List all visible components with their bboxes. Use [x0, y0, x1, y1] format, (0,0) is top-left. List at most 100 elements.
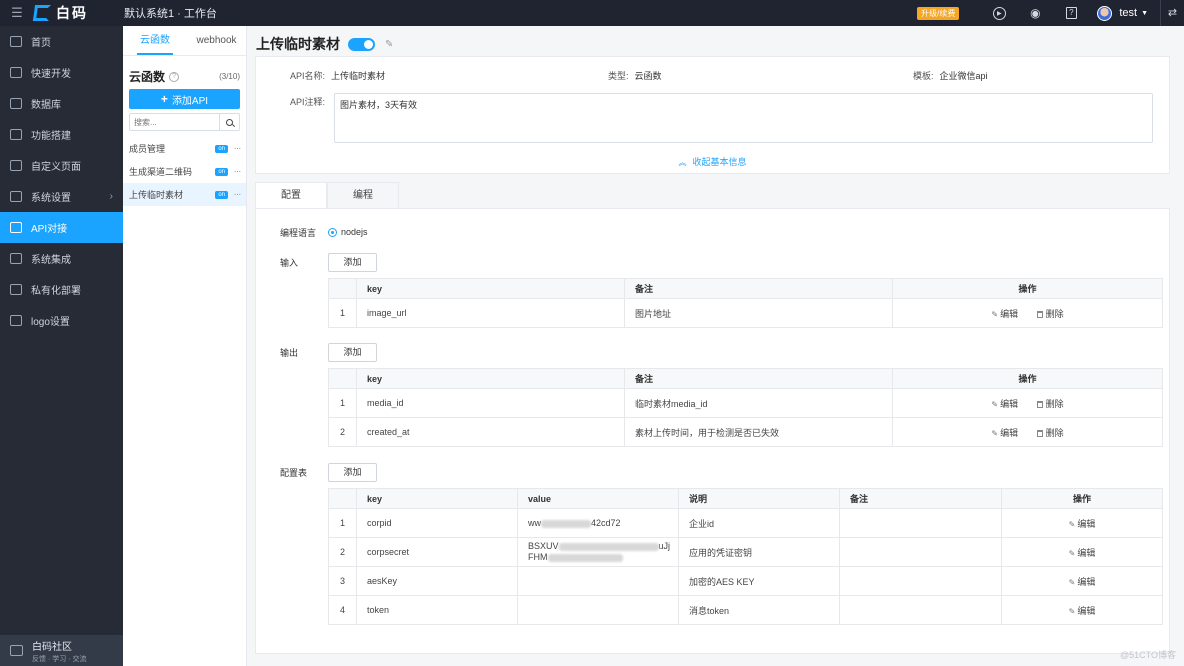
row-index: 3: [328, 566, 357, 596]
more-icon[interactable]: ···: [228, 143, 246, 154]
table-header: 操作: [892, 368, 1163, 389]
note-label: API注释:: [290, 97, 326, 107]
search-icon: [226, 118, 233, 126]
delete-button[interactable]: 删除: [1036, 307, 1064, 320]
sidebar-item-home[interactable]: 首页: [0, 26, 123, 57]
note-textarea[interactable]: 图片素材，3天有效: [334, 93, 1153, 143]
api-list-item[interactable]: 成员管理 on ···: [123, 137, 246, 160]
edit-button[interactable]: ✎ 编辑: [991, 426, 1018, 439]
delete-button[interactable]: 删除: [1036, 426, 1064, 439]
switch-icon[interactable]: ⇄: [1160, 0, 1184, 26]
tab-code[interactable]: 编程: [327, 182, 399, 208]
logo[interactable]: 白码: [32, 3, 124, 23]
sidebar-item-build[interactable]: 功能搭建: [0, 119, 123, 150]
search-input[interactable]: [130, 117, 219, 127]
redacted-mask: [558, 542, 659, 551]
redacted-mask: [541, 519, 591, 528]
user-name: test: [1119, 7, 1138, 19]
tab-config[interactable]: 配置: [255, 182, 327, 208]
sidebar-item-deploy[interactable]: 私有化部署: [0, 274, 123, 305]
menu-icon[interactable]: ☰: [0, 5, 34, 21]
tab-webhook[interactable]: webhook: [187, 26, 246, 55]
status-badge: on: [215, 167, 228, 176]
delete-label: 删除: [1045, 398, 1064, 409]
edit-icon: ✎: [1068, 548, 1076, 558]
tab-cloud-function[interactable]: 云函数: [137, 26, 173, 55]
edit-button[interactable]: ✎ 编辑: [1069, 517, 1096, 530]
table-header: 备注: [624, 368, 893, 389]
add-api-button[interactable]: + 添加API: [129, 89, 240, 109]
sidebar-item-integration[interactable]: 系统集成: [0, 243, 123, 274]
table-row: 2 created_at 素材上传时间，用于检测是否已失效 ✎ 编辑 删除: [328, 417, 1163, 447]
row-note: [839, 595, 1002, 625]
row-key: token: [356, 595, 518, 625]
add-config-button[interactable]: 添加: [328, 463, 377, 482]
user-menu[interactable]: test ▼: [1097, 5, 1148, 21]
edit-button[interactable]: ✎ 编辑: [1069, 546, 1096, 559]
row-key: corpid: [356, 508, 518, 538]
add-input-button[interactable]: 添加: [328, 253, 377, 272]
value-prefix: BSXUV: [528, 541, 559, 551]
api-name-value: 上传临时素材: [331, 71, 386, 81]
avatar: [1097, 5, 1113, 21]
api-list-item[interactable]: 上传临时素材 on ···: [123, 183, 246, 206]
trash-icon: [1036, 429, 1043, 437]
sidebar-item-database[interactable]: 数据库: [0, 88, 123, 119]
config-table: key value 说明 备注 操作 1 corpid ww 42cd72 企业i…: [328, 488, 1163, 625]
community-link[interactable]: 白码社区 反馈 · 学习 · 交流: [0, 635, 123, 666]
edit-button[interactable]: ✎ 编辑: [991, 397, 1018, 410]
sidebar-item-settings[interactable]: 系统设置 ›: [0, 181, 123, 212]
sidebar-item-api[interactable]: API对接: [0, 212, 123, 243]
more-icon[interactable]: ···: [228, 189, 246, 200]
sidebar-item-label: 系统集成: [31, 255, 71, 266]
row-desc: 应用的凭证密钥: [678, 537, 840, 567]
sidebar-item-label: 私有化部署: [31, 286, 81, 297]
api-item-label: 生成渠道二维码: [129, 167, 193, 177]
home-icon: [10, 36, 22, 47]
edit-button[interactable]: ✎ 编辑: [1069, 575, 1096, 588]
row-note: [839, 508, 1002, 538]
sidebar-item-custom-page[interactable]: 自定义页面: [0, 150, 123, 181]
api-list-item[interactable]: 生成渠道二维码 on ···: [123, 160, 246, 183]
edit-button[interactable]: ✎ 编辑: [1069, 604, 1096, 617]
search-box: [129, 113, 240, 131]
sidebar-item-label: 系统设置: [31, 193, 71, 204]
trash-icon: [1036, 400, 1043, 408]
sidebar-item-quick-dev[interactable]: 快速开发: [0, 57, 123, 88]
help-icon[interactable]: ?: [1053, 0, 1089, 26]
edit-icon: ✎: [1068, 606, 1076, 616]
eye-icon[interactable]: ◉: [1017, 0, 1053, 26]
edit-icon: ✎: [991, 309, 999, 319]
input-label: 输入: [280, 258, 299, 268]
delete-button[interactable]: 删除: [1036, 397, 1064, 410]
panel-title: 云函数: [129, 70, 166, 84]
enable-toggle[interactable]: [348, 37, 375, 51]
upgrade-button[interactable]: 升级/续费: [917, 6, 960, 20]
lang-label: 编程语言: [280, 228, 317, 238]
nodejs-radio[interactable]: nodejs: [328, 227, 368, 237]
trash-icon: [1036, 310, 1043, 318]
value-suffix: 42cd72: [591, 518, 621, 528]
collapse-info-button[interactable]: ︽ 收起基本信息: [256, 155, 1169, 168]
sidebar-item-label: 快速开发: [31, 69, 71, 80]
table-row: 1 media_id 临时素材media_id ✎ 编辑 删除: [328, 388, 1163, 418]
search-button[interactable]: [219, 114, 239, 130]
more-icon[interactable]: ···: [228, 166, 246, 177]
help-icon[interactable]: ?: [169, 71, 180, 82]
row-value: BSXUV uJj FHM: [517, 537, 679, 567]
row-index: 2: [328, 537, 357, 567]
edit-label: 编辑: [1000, 308, 1019, 319]
table-header: value: [517, 488, 679, 509]
edit-icon[interactable]: ✎: [385, 39, 393, 50]
api-icon: [10, 222, 22, 233]
cube-icon: [10, 67, 22, 78]
play-icon[interactable]: ▶: [981, 0, 1017, 26]
table-header-index: [328, 488, 357, 509]
table-row: 4 token 消息token ✎ 编辑: [328, 595, 1163, 625]
add-output-button[interactable]: 添加: [328, 343, 377, 362]
api-list-panel: 云函数 webhook 云函数 ? (3/10) + 添加API 成员管理 on…: [123, 26, 247, 666]
config-panel: 编程语言 nodejs 输入 添加 key 备注 操作 1 image_url …: [255, 208, 1170, 654]
sidebar-item-logo[interactable]: logo设置: [0, 305, 123, 336]
edit-icon: ✎: [991, 399, 999, 409]
edit-button[interactable]: ✎ 编辑: [991, 307, 1018, 320]
